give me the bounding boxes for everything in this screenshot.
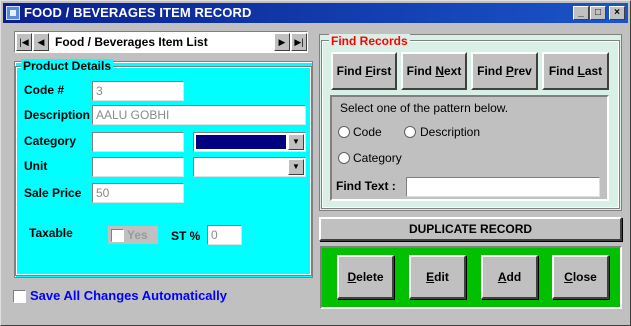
code-radio[interactable] [338,126,350,138]
category-radio-label: Category [353,151,402,165]
edit-button[interactable]: Edit [409,255,466,299]
taxable-yes-label: Yes [127,228,148,242]
product-details-title: Product Details [21,59,114,73]
maximize-button[interactable]: □ [590,6,606,20]
find-text-input[interactable] [406,177,600,197]
sale-price-field[interactable]: 50 [92,183,184,203]
close-button[interactable]: Close [552,255,609,299]
close-window-button[interactable]: × [609,6,625,20]
save-all-checkbox[interactable] [13,290,26,303]
next-record-icon[interactable]: ▶ [274,33,290,51]
add-button[interactable]: Add [481,255,538,299]
description-label: Description [24,108,91,122]
code-field[interactable]: 3 [92,81,184,101]
unit-selected-value [196,160,286,174]
taxable-label: Taxable [29,226,73,240]
app-window: FOOD / BEVERAGES ITEM RECORD _ □ × |◀ ◀ … [0,0,631,326]
window-title: FOOD / BEVERAGES ITEM RECORD [24,5,252,20]
sale-price-label: Sale Price [24,186,82,200]
record-navigator: |◀ ◀ Food / Beverages Item List ▶ ▶| [14,31,308,53]
previous-record-icon[interactable]: ◀ [33,33,49,51]
unit-dropdown[interactable]: ▼ [193,157,306,177]
unit-code-field[interactable] [92,157,184,177]
code-label: Code # [24,83,65,97]
chevron-down-icon[interactable]: ▼ [288,159,304,175]
delete-button[interactable]: Delete [337,255,394,299]
description-radio[interactable] [404,126,416,138]
code-radio-label: Code [353,125,382,139]
unit-label: Unit [24,159,48,173]
minimize-button[interactable]: _ [573,6,589,20]
last-record-icon[interactable]: ▶| [291,33,307,51]
find-last-button[interactable]: Find Last [542,52,609,90]
find-next-button[interactable]: Find Next [401,52,467,90]
find-prev-button[interactable]: Find Prev [471,52,538,90]
category-label: Category [24,134,77,148]
taxable-checkbox-area[interactable]: Yes [108,226,158,244]
taxable-checkbox[interactable] [111,229,124,242]
st-percent-field[interactable]: 0 [207,225,242,245]
category-dropdown[interactable]: ▼ [193,132,306,152]
find-records-title: Find Records [329,34,410,48]
navigator-caption: Food / Beverages Item List [55,35,208,49]
category-radio[interactable] [338,152,350,164]
find-first-button[interactable]: Find First [331,52,397,90]
description-field[interactable]: AALU GOBHI [92,105,306,125]
category-selected-value [196,135,286,149]
app-icon [6,6,20,20]
find-text-label: Find Text : [336,179,396,193]
first-record-icon[interactable]: |◀ [16,33,32,51]
category-code-field[interactable] [92,132,184,152]
description-radio-label: Description [420,125,481,139]
chevron-down-icon[interactable]: ▼ [288,134,304,150]
duplicate-record-button[interactable]: DUPLICATE RECORD [319,217,622,241]
st-percent-label: ST % [171,229,201,243]
pattern-prompt: Select one of the pattern below. [340,101,509,115]
title-bar: FOOD / BEVERAGES ITEM RECORD _ □ × [3,3,628,23]
save-all-label: Save All Changes Automatically [30,288,227,303]
